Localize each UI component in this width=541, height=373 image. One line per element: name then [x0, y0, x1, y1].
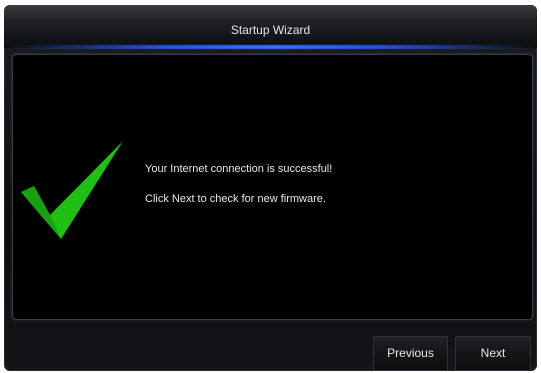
previous-button[interactable]: Previous: [373, 336, 448, 371]
dialog-title: Startup Wizard: [230, 23, 311, 37]
content-panel: Your Internet connection is successful! …: [12, 54, 533, 320]
checkmark-icon: [21, 141, 123, 239]
title-glow-divider: [4, 45, 537, 49]
next-button[interactable]: Next: [455, 336, 531, 371]
success-message: Your Internet connection is successful!: [145, 163, 333, 175]
instruction-message: Click Next to check for new firmware.: [145, 193, 326, 205]
startup-wizard-dialog: Startup Wizard Your Internet connection …: [4, 5, 537, 371]
title-bar: Startup Wizard: [4, 5, 537, 49]
